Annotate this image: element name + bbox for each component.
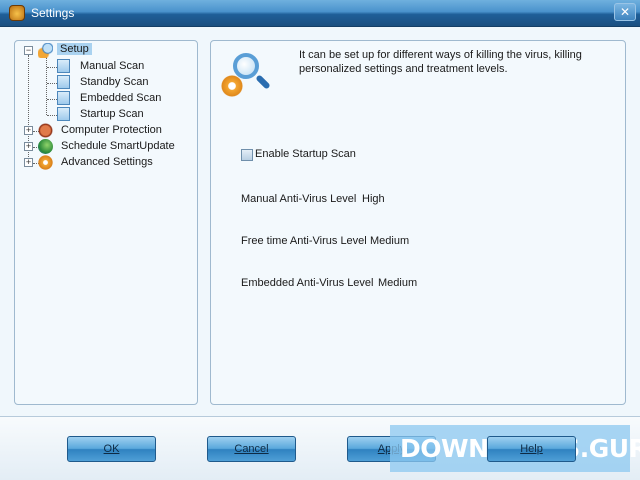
collapse-setup-toggle[interactable]: − bbox=[24, 46, 33, 55]
apply-button[interactable]: Apply bbox=[347, 436, 436, 462]
tree-item-label: Startup Scan bbox=[80, 108, 144, 120]
page-icon bbox=[57, 75, 70, 89]
enable-startup-scan-label[interactable]: Enable Startup Scan bbox=[255, 148, 356, 160]
tree-item-label: Computer Protection bbox=[61, 124, 162, 136]
tree-item-label: Embedded Scan bbox=[80, 92, 162, 104]
enable-startup-scan-checkbox[interactable] bbox=[241, 149, 253, 161]
settings-tree: − Setup Manual Scan Standby Scan Embedde… bbox=[14, 40, 198, 405]
gear-icon bbox=[38, 155, 53, 170]
tree-item-advanced-settings[interactable]: Advanced Settings bbox=[58, 155, 156, 170]
expand-advanced-settings-toggle[interactable]: + bbox=[24, 158, 33, 167]
tree-item-label: Advanced Settings bbox=[61, 156, 153, 168]
manual-level-label: Manual Anti-Virus Level bbox=[241, 193, 357, 205]
manual-level-value: High bbox=[362, 193, 385, 205]
tree-item-setup[interactable]: Setup bbox=[57, 42, 92, 57]
update-check-icon bbox=[38, 139, 53, 154]
ok-label: OK bbox=[103, 443, 120, 455]
glove-icon bbox=[38, 123, 53, 138]
freetime-level-label: Free time Anti-Virus Level bbox=[241, 235, 367, 247]
setup-description: It can be set up for different ways of k… bbox=[299, 49, 582, 75]
page-icon bbox=[57, 59, 70, 73]
tree-item-startup-scan[interactable]: Startup Scan bbox=[77, 107, 147, 122]
expand-computer-protection-toggle[interactable]: + bbox=[24, 126, 33, 135]
page-icon bbox=[57, 107, 70, 121]
help-button[interactable]: Help bbox=[487, 436, 576, 462]
tree-item-label: Manual Scan bbox=[80, 60, 145, 72]
tree-item-embedded-scan[interactable]: Embedded Scan bbox=[77, 91, 164, 106]
freetime-level-value: Medium bbox=[370, 235, 410, 247]
window-title: Settings bbox=[31, 6, 75, 20]
cancel-button[interactable]: Cancel bbox=[207, 436, 296, 462]
cancel-label: Cancel bbox=[234, 443, 269, 455]
tree-item-label: Setup bbox=[57, 43, 92, 55]
embedded-level-value: Medium bbox=[378, 277, 418, 289]
title-bar: Settings ✕ bbox=[0, 0, 640, 27]
page-icon bbox=[57, 91, 70, 105]
tree-item-computer-protection[interactable]: Computer Protection bbox=[58, 123, 165, 138]
embedded-level-label: Embedded Anti-Virus Level bbox=[241, 277, 374, 289]
tree-item-standby-scan[interactable]: Standby Scan bbox=[77, 75, 152, 90]
ok-button[interactable]: OK bbox=[67, 436, 156, 462]
setup-magnifier-gear-icon bbox=[219, 51, 271, 101]
app-logo-icon bbox=[9, 5, 25, 21]
apply-label: Apply bbox=[377, 443, 406, 455]
expand-schedule-smartupdate-toggle[interactable]: + bbox=[24, 142, 33, 151]
tree-item-label: Standby Scan bbox=[80, 76, 149, 88]
tree-item-schedule-smartupdate[interactable]: Schedule SmartUpdate bbox=[58, 139, 178, 154]
help-label: Help bbox=[520, 443, 543, 455]
tree-item-manual-scan[interactable]: Manual Scan bbox=[77, 59, 147, 74]
setup-content-panel: It can be set up for different ways of k… bbox=[210, 40, 626, 405]
setup-gear-magnifier-icon bbox=[38, 43, 53, 58]
tree-item-label: Schedule SmartUpdate bbox=[61, 140, 175, 152]
close-button[interactable]: ✕ bbox=[614, 3, 636, 21]
